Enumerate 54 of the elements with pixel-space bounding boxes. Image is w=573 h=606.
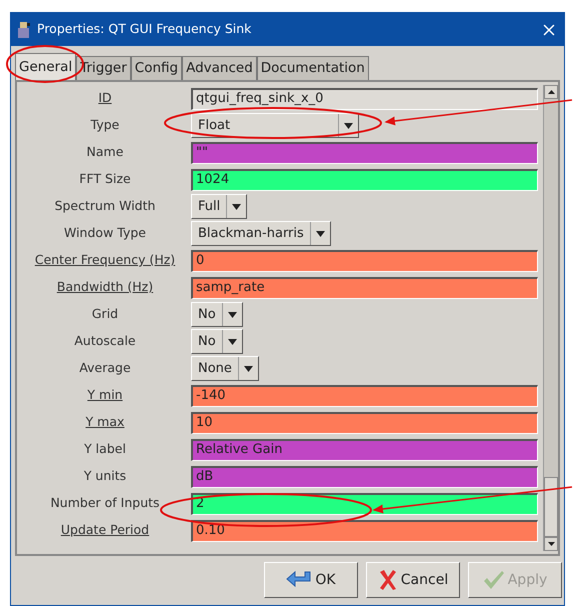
field-label: Spectrum Width: [54, 197, 156, 216]
field-label: Bandwidth (Hz): [56, 278, 154, 296]
tab[interactable]: Advanced: [182, 56, 257, 80]
caret-icon: [228, 312, 237, 318]
scrollbar-thumb[interactable]: [544, 477, 558, 537]
field-label: Y label: [84, 440, 126, 458]
dialog-button[interactable]: OK: [264, 562, 358, 598]
field-label: ID: [98, 89, 112, 108]
input-field[interactable]: Relative Gain: [191, 438, 538, 460]
field-label: Y min: [87, 386, 123, 404]
tab[interactable]: Documentation: [256, 56, 369, 80]
input-field[interactable]: dB: [191, 466, 538, 488]
input-field[interactable]: "": [191, 142, 538, 164]
caret-icon: [244, 366, 253, 372]
field-label: Name: [86, 143, 124, 162]
field-label: Type: [90, 116, 120, 134]
input-field[interactable]: 0: [191, 250, 538, 272]
caret-icon: [316, 230, 325, 236]
dropdown[interactable]: None: [191, 356, 259, 381]
down-arrow-icon[interactable]: [548, 542, 554, 546]
cross-icon: [378, 569, 398, 591]
input-field[interactable]: -140: [191, 384, 538, 406]
dropdown[interactable]: Blackman-harris: [191, 221, 331, 246]
input-field[interactable]: qtgui_freq_sink_x_0: [191, 88, 538, 110]
app-icon: [17, 20, 31, 38]
field-label: Average: [79, 359, 131, 378]
arrow-icon: [286, 570, 312, 590]
field-label: Update Period: [60, 521, 150, 540]
scrollbar[interactable]: [543, 85, 558, 551]
input-field[interactable]: 0.10: [191, 520, 538, 542]
dropdown[interactable]: Full: [191, 194, 248, 219]
input-field[interactable]: samp_rate: [191, 276, 538, 298]
window-title: Properties: QT GUI Frequency Sink: [37, 20, 252, 38]
field-label: Window Type: [64, 224, 146, 242]
field-label: Number of Inputs: [50, 494, 160, 512]
dropdown[interactable]: No: [191, 302, 243, 327]
field-label: Y max: [86, 413, 124, 432]
caret-icon: [232, 204, 242, 210]
caret-icon: [228, 338, 237, 344]
field-label: Center Frequency (Hz): [34, 251, 176, 270]
tab[interactable]: Config: [130, 56, 182, 80]
field-label: Autoscale: [74, 332, 136, 350]
caret-icon: [344, 122, 353, 128]
dropdown[interactable]: No: [191, 329, 243, 354]
tab[interactable]: General: [15, 53, 76, 80]
field-label: Y units: [84, 467, 126, 486]
input-field[interactable]: 1024: [191, 168, 538, 190]
field-label: Grid: [92, 305, 118, 324]
dropdown[interactable]: Float: [191, 113, 359, 138]
input-field[interactable]: 10: [191, 412, 538, 434]
field-label: FFT Size: [79, 170, 131, 188]
up-arrow-icon[interactable]: [548, 90, 554, 94]
dialog-button[interactable]: Cancel: [366, 562, 460, 598]
check-icon: [482, 570, 505, 590]
